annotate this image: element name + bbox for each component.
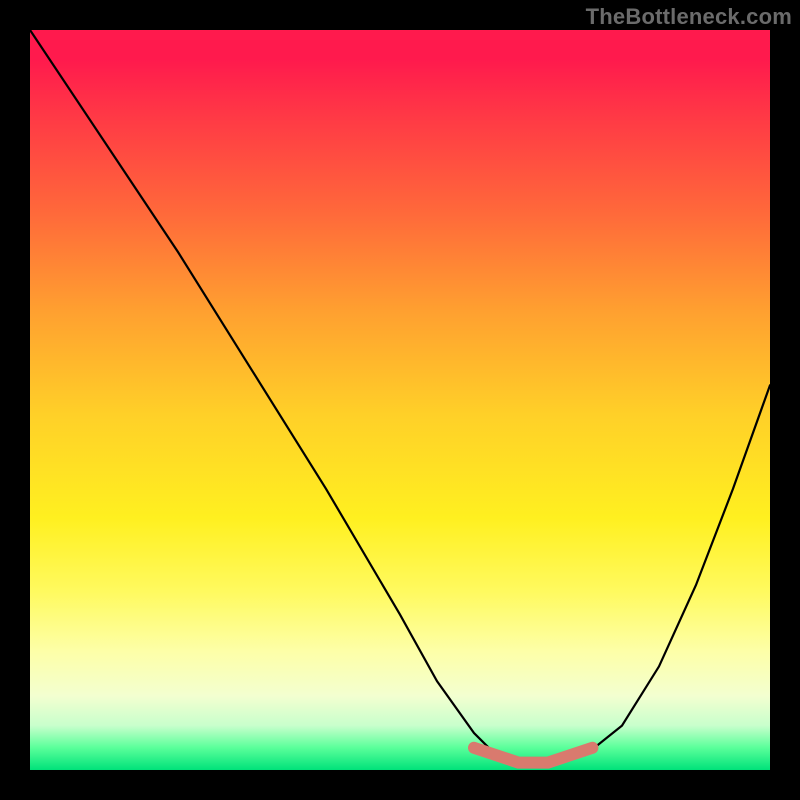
trough-band-path xyxy=(474,748,592,763)
chart-plot-area xyxy=(30,30,770,770)
bottleneck-curve-path xyxy=(30,30,770,763)
chart-frame: TheBottleneck.com xyxy=(0,0,800,800)
chart-svg xyxy=(30,30,770,770)
watermark-text: TheBottleneck.com xyxy=(586,4,792,30)
